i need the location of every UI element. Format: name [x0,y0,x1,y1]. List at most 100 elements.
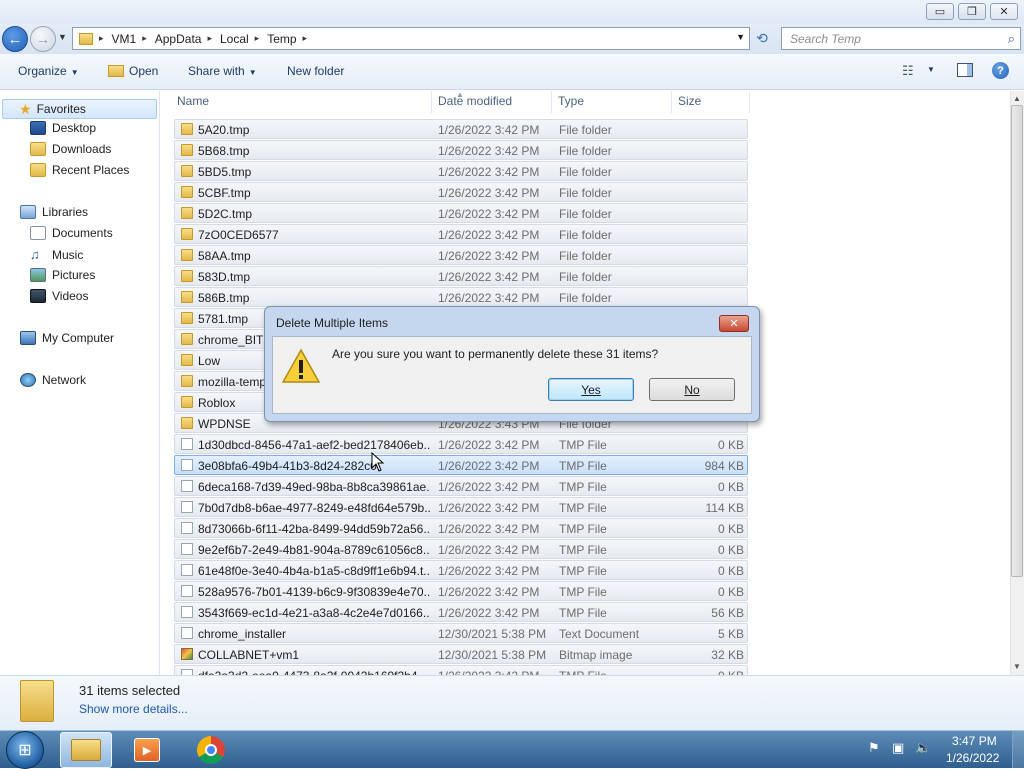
file-row[interactable]: dfa2a3d2-eea0-4473-8a2f-0042b169f2b4...1… [174,665,748,675]
file-row[interactable]: 5BD5.tmp 1/26/2022 3:42 PM File folder [174,161,748,181]
file-row[interactable]: 6deca168-7d39-49ed-98ba-8b8ca39861ae... 1… [174,476,748,496]
volume-icon[interactable]: 🔈 [915,740,931,756]
file-date-modified: 1/26/2022 3:42 PM [438,228,540,242]
taskbar-chrome-button[interactable] [185,732,237,768]
chevron-right-icon[interactable]: ▸ [142,33,147,44]
file-name: 8d73066b-6f11-42ba-8499-94dd59b72a56... [198,522,430,536]
music-icon: ♫ [30,247,40,262]
column-header-type[interactable]: Type [558,94,584,108]
taskbar-media-player-button[interactable]: ▶ [121,732,173,768]
column-header-date-modified[interactable]: Date modified [438,94,512,108]
file-size: 0 KB [717,522,744,536]
new-folder-button[interactable]: New folder [287,64,344,78]
file-name: COLLABNET+vm1 [198,648,300,662]
minimize-button[interactable]: ▭ [926,3,954,20]
show-more-details-link[interactable]: Show more details... [79,702,188,716]
file-row[interactable]: 586B.tmp 1/26/2022 3:42 PM File folder [174,287,748,307]
address-bar[interactable]: ▸ VM1 ▸ AppData ▸ Local ▸ Temp ▸ ▼ [72,27,750,50]
back-button[interactable]: ← [2,26,28,52]
sidebar-item-recent-places[interactable]: Recent Places [30,163,129,177]
sidebar-label: Pictures [52,268,96,282]
dialog-close-button[interactable]: ✕ [719,315,749,332]
column-divider[interactable] [431,91,432,113]
change-view-icon[interactable]: ☷ [902,63,914,79]
file-icon [181,438,193,450]
clock-date[interactable]: 1/26/2022 [946,751,999,765]
address-history-dropdown-icon[interactable]: ▼ [736,32,745,42]
file-row[interactable]: 3e08bfa6-49b4-41b3-8d24-282c0 1/26/2022 3… [174,455,748,475]
chevron-right-icon[interactable]: ▸ [303,33,308,44]
clock-time[interactable]: 3:47 PM [952,734,997,748]
chevron-right-icon[interactable]: ▸ [99,33,104,44]
column-header-name[interactable]: Name [177,94,209,108]
file-row[interactable]: 8d73066b-6f11-42ba-8499-94dd59b72a56... 1… [174,518,748,538]
sidebar-item-videos[interactable]: Videos [30,289,88,303]
chevron-right-icon[interactable]: ▸ [255,33,260,44]
sidebar-item-network[interactable]: Network [20,373,86,387]
help-icon[interactable]: ? [992,62,1009,79]
file-icon [181,564,193,576]
folder-icon [181,312,193,324]
file-row[interactable]: COLLABNET+vm1 12/30/2021 5:38 PM Bitmap im… [174,644,748,664]
share-with-menu[interactable]: Share with ▼ [188,64,257,78]
file-row[interactable]: 7b0d7db8-b6ae-4977-8249-e48fd64e579b... 1… [174,497,748,517]
view-options-dropdown-icon[interactable]: ▼ [927,65,935,74]
close-window-button[interactable]: ✕ [990,3,1018,20]
scroll-down-arrow-icon[interactable]: ▼ [1013,662,1021,671]
breadcrumb-temp[interactable]: Temp [267,32,296,46]
sidebar-item-music[interactable]: ♫ Music [30,247,83,262]
breadcrumb-appdata[interactable]: AppData [155,32,202,46]
column-header-row: Name ▲ Date modified Type Size [160,90,1010,113]
breadcrumb-local[interactable]: Local [220,32,249,46]
file-row[interactable]: 528a9576-7b01-4139-b6c9-9f30839e4e70....… [174,581,748,601]
file-icon [181,522,193,534]
file-row[interactable]: 61e48f0e-3e40-4b4a-b1a5-c8d9ff1e6b94.t..… [174,560,748,580]
file-row[interactable]: 9e2ef6b7-2e49-4b81-904a-8789c61056c8... 1… [174,539,748,559]
chevron-right-icon[interactable]: ▸ [207,33,212,44]
search-icon[interactable]: ⌕ [1008,31,1015,47]
organize-menu[interactable]: Organize ▼ [18,64,79,78]
file-row[interactable]: chrome_installer 12/30/2021 5:38 PM Text D… [174,623,748,643]
column-divider[interactable] [749,91,750,113]
search-input[interactable]: Search Temp ⌕ [781,27,1021,50]
folder-icon [181,165,193,177]
taskbar-explorer-button[interactable] [60,732,112,768]
no-button[interactable]: No [649,378,735,401]
file-row[interactable]: 5B68.tmp 1/26/2022 3:42 PM File folder [174,140,748,160]
start-button[interactable]: ⊞ [6,731,44,769]
sidebar-item-libraries[interactable]: Libraries [20,205,88,219]
breadcrumb-vm1[interactable]: VM1 [112,32,137,46]
column-divider[interactable] [671,91,672,113]
recent-pages-dropdown-icon[interactable]: ▼ [58,32,67,42]
sidebar-item-my-computer[interactable]: My Computer [20,331,114,345]
new-folder-label: New folder [287,64,345,78]
sidebar-item-desktop[interactable]: Desktop [30,121,96,135]
preview-pane-icon[interactable] [957,63,973,77]
file-row[interactable]: 1d30dbcd-8456-47a1-aef2-bed2178406eb... 1… [174,434,748,454]
sidebar-item-documents[interactable]: Documents [30,226,113,240]
sidebar-item-favorites[interactable]: ★ Favorites [2,99,157,119]
scrollbar-thumb[interactable] [1011,105,1023,577]
file-row[interactable]: 5CBF.tmp 1/26/2022 3:42 PM File folder [174,182,748,202]
column-header-size[interactable]: Size [678,94,701,108]
file-row[interactable]: 5A20.tmp 1/26/2022 3:42 PM File folder [174,119,748,139]
file-row[interactable]: 5D2C.tmp 1/26/2022 3:42 PM File folder [174,203,748,223]
file-row[interactable]: 583D.tmp 1/26/2022 3:42 PM File folder [174,266,748,286]
file-row[interactable]: 58AA.tmp 1/26/2022 3:42 PM File folder [174,245,748,265]
sidebar-item-downloads[interactable]: Downloads [30,142,111,156]
file-row[interactable]: 7zO0CED6577 1/26/2022 3:42 PM File folder [174,224,748,244]
refresh-icon[interactable]: ⟲ [753,30,771,48]
folder-icon [181,354,193,366]
organize-label: Organize [18,64,67,78]
restore-button[interactable]: ❐ [958,3,986,20]
show-desktop-button[interactable] [1012,731,1024,768]
yes-button[interactable]: Yes [548,378,634,401]
open-button[interactable]: Open [108,64,158,78]
sidebar-item-pictures[interactable]: Pictures [30,268,95,282]
column-divider[interactable] [551,91,552,113]
action-center-flag-icon[interactable]: ⚑ [868,740,880,756]
scroll-up-arrow-icon[interactable]: ▲ [1013,94,1021,103]
file-row[interactable]: 3543f669-ec1d-4e21-a3a8-4c2e4e7d0166....… [174,602,748,622]
network-tray-icon[interactable]: ▣ [892,740,904,756]
forward-button[interactable]: → [30,26,56,52]
